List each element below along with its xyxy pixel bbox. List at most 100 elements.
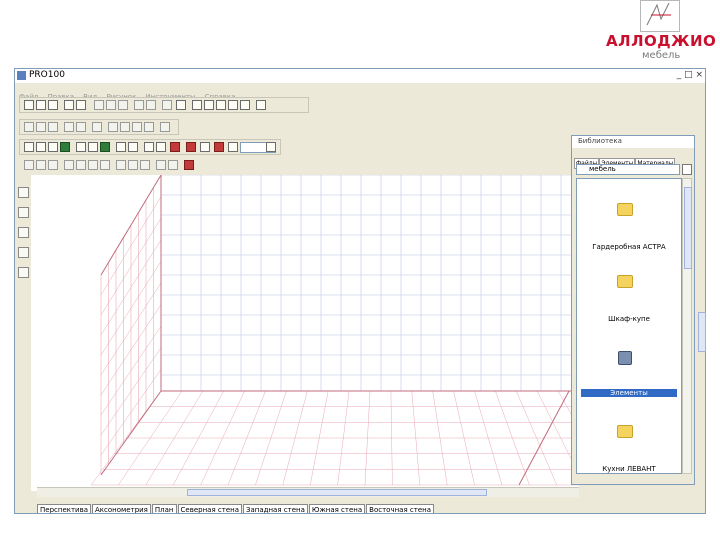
record-icon[interactable]	[214, 142, 224, 152]
undo-icon[interactable]	[134, 100, 144, 110]
library-title: Библиотека	[578, 137, 622, 145]
properties-icon[interactable]	[216, 100, 226, 110]
zoom-icon[interactable]	[266, 142, 276, 152]
title-bar: PRO100 _ □ ×	[15, 69, 705, 83]
window-icon[interactable]	[204, 100, 214, 110]
tab-east-wall[interactable]: Восточная стена	[366, 504, 434, 513]
logo-brand-text: АЛЛОДЖИО	[606, 32, 717, 50]
rotate-tool-icon[interactable]	[18, 267, 29, 278]
paste-icon[interactable]	[118, 100, 128, 110]
brand-logo: АЛЛОДЖИО мебель	[600, 0, 720, 66]
flip-icon[interactable]	[144, 122, 154, 132]
align-bottom-icon[interactable]	[92, 122, 102, 132]
library-path-select[interactable]: мебель	[576, 164, 680, 175]
view-plan-icon[interactable]	[48, 142, 58, 152]
mirror-icon[interactable]	[160, 122, 170, 132]
tab-north-wall[interactable]: Северная стена	[177, 504, 242, 513]
rotate-icon[interactable]	[48, 160, 58, 170]
room-grid	[90, 175, 579, 486]
zoom-fit-icon[interactable]	[156, 142, 166, 152]
zoom-out-icon[interactable]	[128, 160, 138, 170]
redo-icon[interactable]	[146, 100, 156, 110]
library-tabs: ФайлыЭлементыМатериалы	[574, 150, 676, 169]
align-center-icon[interactable]	[36, 122, 46, 132]
library-file-list[interactable]: Гардеробная АСТРА Шкаф-купе Элементы Кух…	[576, 178, 682, 474]
wall-west-icon[interactable]	[88, 142, 98, 152]
door-icon[interactable]	[116, 142, 126, 152]
distribute-icon[interactable]	[108, 122, 118, 132]
save-icon[interactable]	[48, 100, 58, 110]
paint-icon[interactable]	[162, 100, 172, 110]
wall-north-icon[interactable]	[76, 142, 86, 152]
list-item[interactable]: Шкаф-купе	[581, 275, 679, 335]
list-icon[interactable]	[240, 100, 250, 110]
pan-icon[interactable]	[140, 160, 150, 170]
hand-icon[interactable]	[64, 160, 74, 170]
library-icon[interactable]	[192, 100, 202, 110]
stop-icon[interactable]	[186, 142, 196, 152]
list-item[interactable]: Гардеробная АСТРА	[581, 203, 679, 263]
orbit-icon[interactable]	[76, 160, 86, 170]
page-scroll-thumb[interactable]	[698, 312, 706, 352]
print-preview-icon[interactable]	[76, 100, 86, 110]
pointer-tool-icon[interactable]	[18, 187, 29, 198]
pointer-icon[interactable]	[228, 142, 238, 152]
sum-icon[interactable]	[256, 100, 266, 110]
list-item[interactable]: Элементы	[581, 349, 679, 409]
warning-icon[interactable]	[184, 160, 194, 170]
walk-icon[interactable]	[100, 160, 110, 170]
line-tool-icon[interactable]	[18, 207, 29, 218]
list-item-label: Кухни ЛЕВАНТ	[602, 465, 656, 473]
toolbar-draw	[19, 157, 205, 173]
light-icon[interactable]	[128, 142, 138, 152]
align-top-icon[interactable]	[64, 122, 74, 132]
library-title-bar: Библиотека	[572, 136, 694, 148]
select-icon[interactable]	[176, 100, 186, 110]
app-window: PRO100 _ □ × Файл Правка Вид Рисунок Инс…	[14, 68, 706, 514]
panel-tool-icon[interactable]	[18, 247, 29, 258]
folder-icon	[617, 275, 633, 288]
rotate-left-icon[interactable]	[120, 122, 130, 132]
move-icon[interactable]	[36, 160, 46, 170]
zoom-in-icon[interactable]	[116, 160, 126, 170]
window-controls[interactable]: _ □ ×	[677, 70, 703, 80]
rect-tool-icon[interactable]	[18, 227, 29, 238]
measure-icon[interactable]	[144, 142, 154, 152]
tab-plan[interactable]: План	[151, 504, 177, 513]
view-render-icon[interactable]	[60, 142, 70, 152]
viewport-3d[interactable]	[31, 175, 579, 491]
view-axon-icon[interactable]	[36, 142, 46, 152]
view-persp-icon[interactable]	[24, 142, 34, 152]
align-middle-icon[interactable]	[76, 122, 86, 132]
tab-axonometry[interactable]: Аксонометрия	[92, 504, 151, 513]
list-item-label: Элементы	[581, 389, 677, 397]
layers-icon[interactable]	[228, 100, 238, 110]
logo-mark-icon	[640, 0, 680, 32]
align-left-icon[interactable]	[24, 122, 34, 132]
open-file-icon[interactable]	[36, 100, 46, 110]
wall-south-icon[interactable]	[100, 142, 110, 152]
copy-icon[interactable]	[106, 100, 116, 110]
folder-up-icon[interactable]	[682, 164, 692, 175]
tab-perspective[interactable]: Перспектива	[37, 504, 92, 513]
cut-icon[interactable]	[94, 100, 104, 110]
left-toolbar	[18, 187, 30, 278]
horizontal-scrollbar[interactable]	[37, 487, 579, 497]
menu-bar: Файл Правка Вид Рисунок Инструменты Спра…	[15, 84, 705, 101]
fly-icon[interactable]	[88, 160, 98, 170]
camera-icon[interactable]	[200, 142, 210, 152]
library-scrollbar[interactable]	[682, 178, 692, 474]
print-icon[interactable]	[64, 100, 74, 110]
tab-west-wall[interactable]: Западная стена	[243, 504, 308, 513]
new-file-icon[interactable]	[24, 100, 34, 110]
pencil-icon[interactable]	[24, 160, 34, 170]
align-right-icon[interactable]	[48, 122, 58, 132]
target-icon[interactable]	[168, 160, 178, 170]
tab-south-wall[interactable]: Южная стена	[308, 504, 366, 513]
scroll-thumb[interactable]	[187, 489, 487, 496]
list-item[interactable]: Кухни ЛЕВАНТ	[581, 425, 679, 485]
cross-icon[interactable]	[156, 160, 166, 170]
library-scroll-thumb[interactable]	[684, 187, 692, 269]
rotate-right-icon[interactable]	[132, 122, 142, 132]
delete-icon[interactable]	[170, 142, 180, 152]
